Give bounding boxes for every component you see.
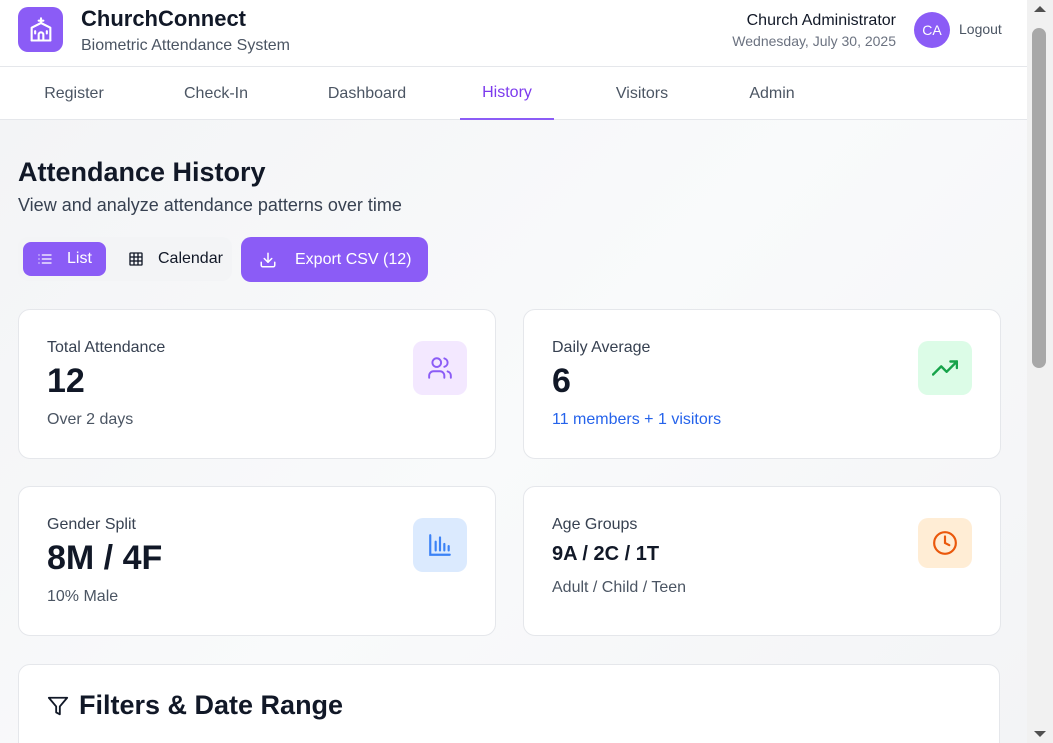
stat-card-daily-average: Daily Average 6 11 members + 1 visitors — [523, 309, 1001, 459]
tab-dashboard[interactable]: Dashboard — [314, 67, 420, 120]
page-title: Attendance History — [18, 157, 266, 187]
stat-label: Total Attendance — [47, 339, 166, 356]
stat-card-gender-split: Gender Split 8M / 4F 10% Male — [18, 486, 496, 636]
view-toggle: List Calendar — [18, 237, 232, 281]
clock-icon — [918, 518, 972, 568]
stat-value: 6 — [552, 362, 571, 400]
tab-check-in[interactable]: Check-In — [170, 67, 262, 120]
tab-history[interactable]: History — [460, 67, 554, 120]
stat-note: Over 2 days — [47, 411, 134, 428]
stat-card-age-groups: Age Groups 9A / 2C / 1T Adult / Child / … — [523, 486, 1001, 636]
stat-value: 12 — [47, 362, 85, 400]
current-date: Wednesday, July 30, 2025 — [732, 33, 896, 49]
stat-value: 9A / 2C / 1T — [552, 543, 660, 565]
export-csv-button[interactable]: Export CSV (12) — [241, 237, 428, 282]
scroll-up-arrow-icon[interactable] — [1034, 6, 1046, 12]
filters-title: Filters & Date Range — [79, 690, 344, 720]
stat-label: Gender Split — [47, 516, 136, 533]
filter-icon — [47, 695, 69, 722]
app-subtitle: Biometric Attendance System — [81, 37, 290, 54]
filters-panel: Filters & Date Range — [18, 664, 1000, 743]
scroll-thumb[interactable] — [1032, 28, 1046, 368]
list-view-button[interactable]: List — [23, 242, 106, 276]
export-csv-label: Export CSV (12) — [295, 250, 412, 268]
stat-note: Adult / Child / Teen — [552, 579, 687, 596]
user-name: Church Administrator — [746, 12, 896, 29]
calendar-view-button[interactable]: Calendar — [114, 242, 226, 276]
list-view-label: List — [67, 250, 92, 267]
tab-visitors[interactable]: Visitors — [602, 67, 682, 120]
scroll-down-arrow-icon[interactable] — [1034, 731, 1046, 737]
page-subtitle: View and analyze attendance patterns ove… — [18, 195, 402, 215]
trending-up-icon — [918, 341, 972, 395]
stat-value: 8M / 4F — [47, 539, 163, 577]
list-icon — [38, 254, 52, 264]
page-scrollbar[interactable] — [1027, 0, 1053, 743]
grid-icon — [129, 252, 143, 266]
main-nav: Register Check-In Dashboard History Visi… — [0, 67, 1027, 120]
stat-label: Age Groups — [552, 516, 638, 533]
stat-note: 11 members + 1 visitors — [552, 411, 722, 428]
stat-card-total-attendance: Total Attendance 12 Over 2 days — [18, 309, 496, 459]
logout-button[interactable]: Logout — [959, 21, 1002, 37]
tab-register[interactable]: Register — [30, 67, 118, 120]
church-icon — [18, 7, 63, 52]
download-icon — [260, 252, 276, 267]
tab-admin[interactable]: Admin — [734, 67, 810, 120]
main-content: Attendance History View and analyze atte… — [0, 120, 1027, 743]
app-viewport: ChurchConnect Biometric Attendance Syste… — [0, 0, 1027, 743]
stat-note: 10% Male — [47, 588, 119, 605]
app-header: ChurchConnect Biometric Attendance Syste… — [0, 0, 1027, 67]
app-title: ChurchConnect — [81, 6, 246, 31]
avatar[interactable]: CA — [914, 12, 950, 48]
calendar-view-label: Calendar — [158, 250, 223, 267]
stat-label: Daily Average — [552, 339, 651, 356]
users-icon — [413, 341, 467, 395]
bar-chart-icon — [413, 518, 467, 572]
